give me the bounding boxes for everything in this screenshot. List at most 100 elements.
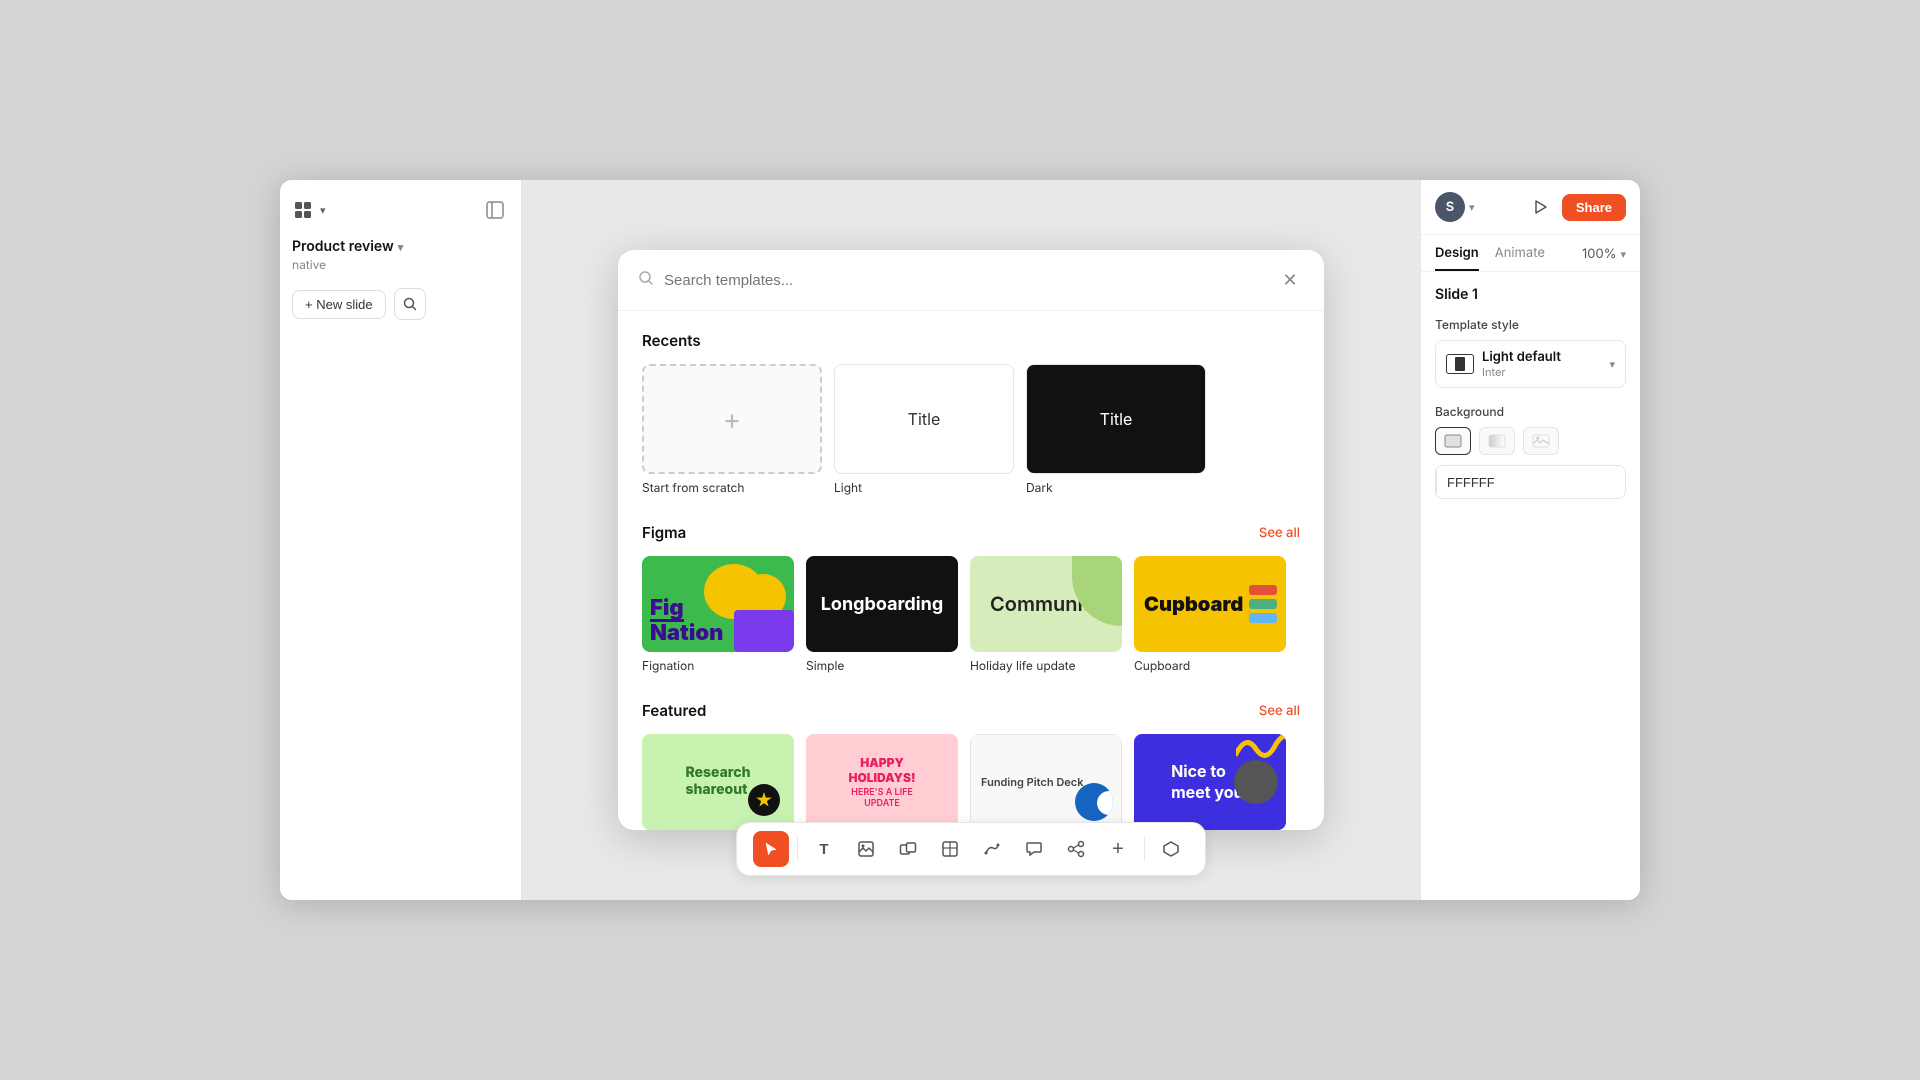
template-card-holidays2[interactable]: HAPPYHOLIDAYS! HERE'S A LIFEUPDATE Holid… [806, 734, 958, 830]
dark-thumb-title: Title [1100, 409, 1133, 429]
modal-close-button[interactable]: ✕ [1276, 266, 1304, 294]
template-search-input[interactable] [664, 272, 1266, 289]
fignation-text: FigNation [650, 597, 723, 644]
template-card-nice[interactable]: Nice tomeet you! Holiday life update [1134, 734, 1286, 830]
light-label: Light [834, 480, 1014, 495]
template-card-funding[interactable]: Funding Pitch Deck Funding Pitch Deck [970, 734, 1122, 830]
panel-body: Slide 1 Template style Light default Int… [1421, 272, 1640, 900]
template-style-info: Light default Inter [1482, 349, 1601, 379]
panel-toggle-icon[interactable] [481, 196, 509, 224]
table-tool-button[interactable] [932, 831, 968, 867]
image-tool-button[interactable] [848, 831, 884, 867]
featured-see-all-link[interactable]: See all [1259, 703, 1300, 719]
tab-animate[interactable]: Animate [1495, 245, 1545, 271]
shapes-tool-button[interactable] [890, 831, 926, 867]
template-style-name: Light default [1482, 349, 1601, 365]
research-star-inner [756, 792, 772, 808]
play-button[interactable] [1526, 193, 1554, 221]
template-style-thumb-inner [1455, 357, 1465, 371]
cupboard-label: Cupboard [1134, 658, 1286, 673]
project-info: Product review ▾ native [292, 236, 509, 276]
template-style-font: Inter [1482, 365, 1601, 379]
sidebar-logo-area[interactable]: ▾ [292, 199, 326, 221]
template-card-research[interactable]: Researchshareout Research shareout [642, 734, 794, 830]
panel-tabs: Design Animate 100% ▾ [1421, 235, 1640, 272]
app-window: ▾ Product review ▾ native + New slide [280, 180, 1640, 900]
draw-tool-button[interactable] [974, 831, 1010, 867]
zoom-level: 100% [1582, 246, 1616, 262]
modal-body: Recents + Start from scratch Title [618, 311, 1324, 830]
template-card-simple[interactable]: Longboarding Simple [806, 556, 958, 673]
zoom-control[interactable]: 100% ▾ [1582, 246, 1626, 262]
cupboard-bar3 [1249, 613, 1277, 623]
featured-section-header: Featured See all [642, 701, 1300, 720]
holidays2-thumb: HAPPYHOLIDAYS! HERE'S A LIFEUPDATE [806, 734, 958, 830]
toolbar-separator2 [1144, 837, 1145, 861]
nice-thumb: Nice tomeet you! [1134, 734, 1286, 830]
funding-circle-inner [1097, 791, 1113, 815]
template-card-fignation[interactable]: FigNation Fignation [642, 556, 794, 673]
search-slides-button[interactable] [394, 288, 426, 320]
connector-tool-button[interactable] [1058, 831, 1094, 867]
template-card-holiday[interactable]: Community Holiday life update [970, 556, 1122, 673]
sidebar-actions: + New slide [292, 288, 509, 320]
mask-tool-button[interactable] [1153, 831, 1189, 867]
cupboard-thumb: Cupboard [1134, 556, 1286, 652]
grid-icon [292, 199, 314, 221]
bottom-toolbar: T [736, 822, 1206, 876]
template-style-selector[interactable]: Light default Inter ▾ [1435, 340, 1626, 388]
speech-tool-button[interactable] [1016, 831, 1052, 867]
fignation-label: Fignation [642, 658, 794, 673]
background-options [1435, 427, 1626, 455]
funding-text: Funding Pitch Deck [981, 775, 1083, 789]
figma-see-all-link[interactable]: See all [1259, 525, 1300, 541]
template-card-cupboard[interactable]: Cupboard Cupboard [1134, 556, 1286, 673]
new-slide-button[interactable]: + New slide [292, 290, 386, 319]
user-avatar[interactable]: S [1435, 192, 1465, 222]
recents-row: + Start from scratch Title Light [642, 364, 1300, 495]
research-thumb: Researchshareout [642, 734, 794, 830]
sidebar: ▾ Product review ▾ native + New slide [280, 180, 522, 900]
sidebar-logo-chevron: ▾ [320, 203, 326, 217]
modal-header: ✕ [618, 250, 1324, 311]
cupboard-bar2 [1249, 599, 1277, 609]
template-card-scratch[interactable]: + Start from scratch [642, 364, 822, 495]
tab-design[interactable]: Design [1435, 245, 1479, 271]
pointer-tool-button[interactable] [753, 831, 789, 867]
nice-avatar-circle [1234, 760, 1278, 804]
template-style-chevron: ▾ [1609, 357, 1615, 371]
bg-image-option[interactable] [1523, 427, 1559, 455]
bg-solid-option[interactable] [1435, 427, 1471, 455]
figma-section-header: Figma See all [642, 523, 1300, 542]
background-color-input[interactable] [1437, 475, 1626, 490]
simple-label: Simple [806, 658, 958, 673]
share-button[interactable]: Share [1562, 194, 1626, 221]
template-card-dark[interactable]: Title Dark [1026, 364, 1206, 495]
project-name[interactable]: Product review ▾ [292, 238, 509, 255]
fignation-thumb: FigNation [642, 556, 794, 652]
canvas-area: ✕ Recents + Start from scratch [522, 180, 1420, 900]
dark-label: Dark [1026, 480, 1206, 495]
project-name-chevron: ▾ [398, 240, 404, 254]
figma-templates-grid: FigNation Fignation Longboarding [642, 556, 1300, 673]
holidays-text1: HAPPYHOLIDAYS! [848, 755, 915, 785]
project-name-text: Product review [292, 238, 394, 255]
fignation-purple [734, 610, 794, 652]
light-thumb: Title [834, 364, 1014, 474]
cupboard-bar1 [1249, 585, 1277, 595]
holiday-label: Holiday life update [970, 658, 1122, 673]
simple-text: Longboarding [821, 594, 944, 615]
funding-thumb: Funding Pitch Deck [970, 734, 1122, 830]
template-card-light[interactable]: Title Light [834, 364, 1014, 495]
figma-label: Figma [642, 523, 686, 542]
dark-thumb: Title [1026, 364, 1206, 474]
right-panel: S ▾ Share Design Animate 100 [1420, 180, 1640, 900]
research-star [748, 784, 780, 816]
add-tool-button[interactable]: + [1100, 831, 1136, 867]
right-panel-top: S ▾ Share [1421, 180, 1640, 235]
template-modal: ✕ Recents + Start from scratch [618, 250, 1324, 830]
cupboard-bars [1249, 585, 1277, 623]
bg-gradient-option[interactable] [1479, 427, 1515, 455]
text-tool-button[interactable]: T [806, 831, 842, 867]
template-style-label: Template style [1435, 317, 1626, 332]
